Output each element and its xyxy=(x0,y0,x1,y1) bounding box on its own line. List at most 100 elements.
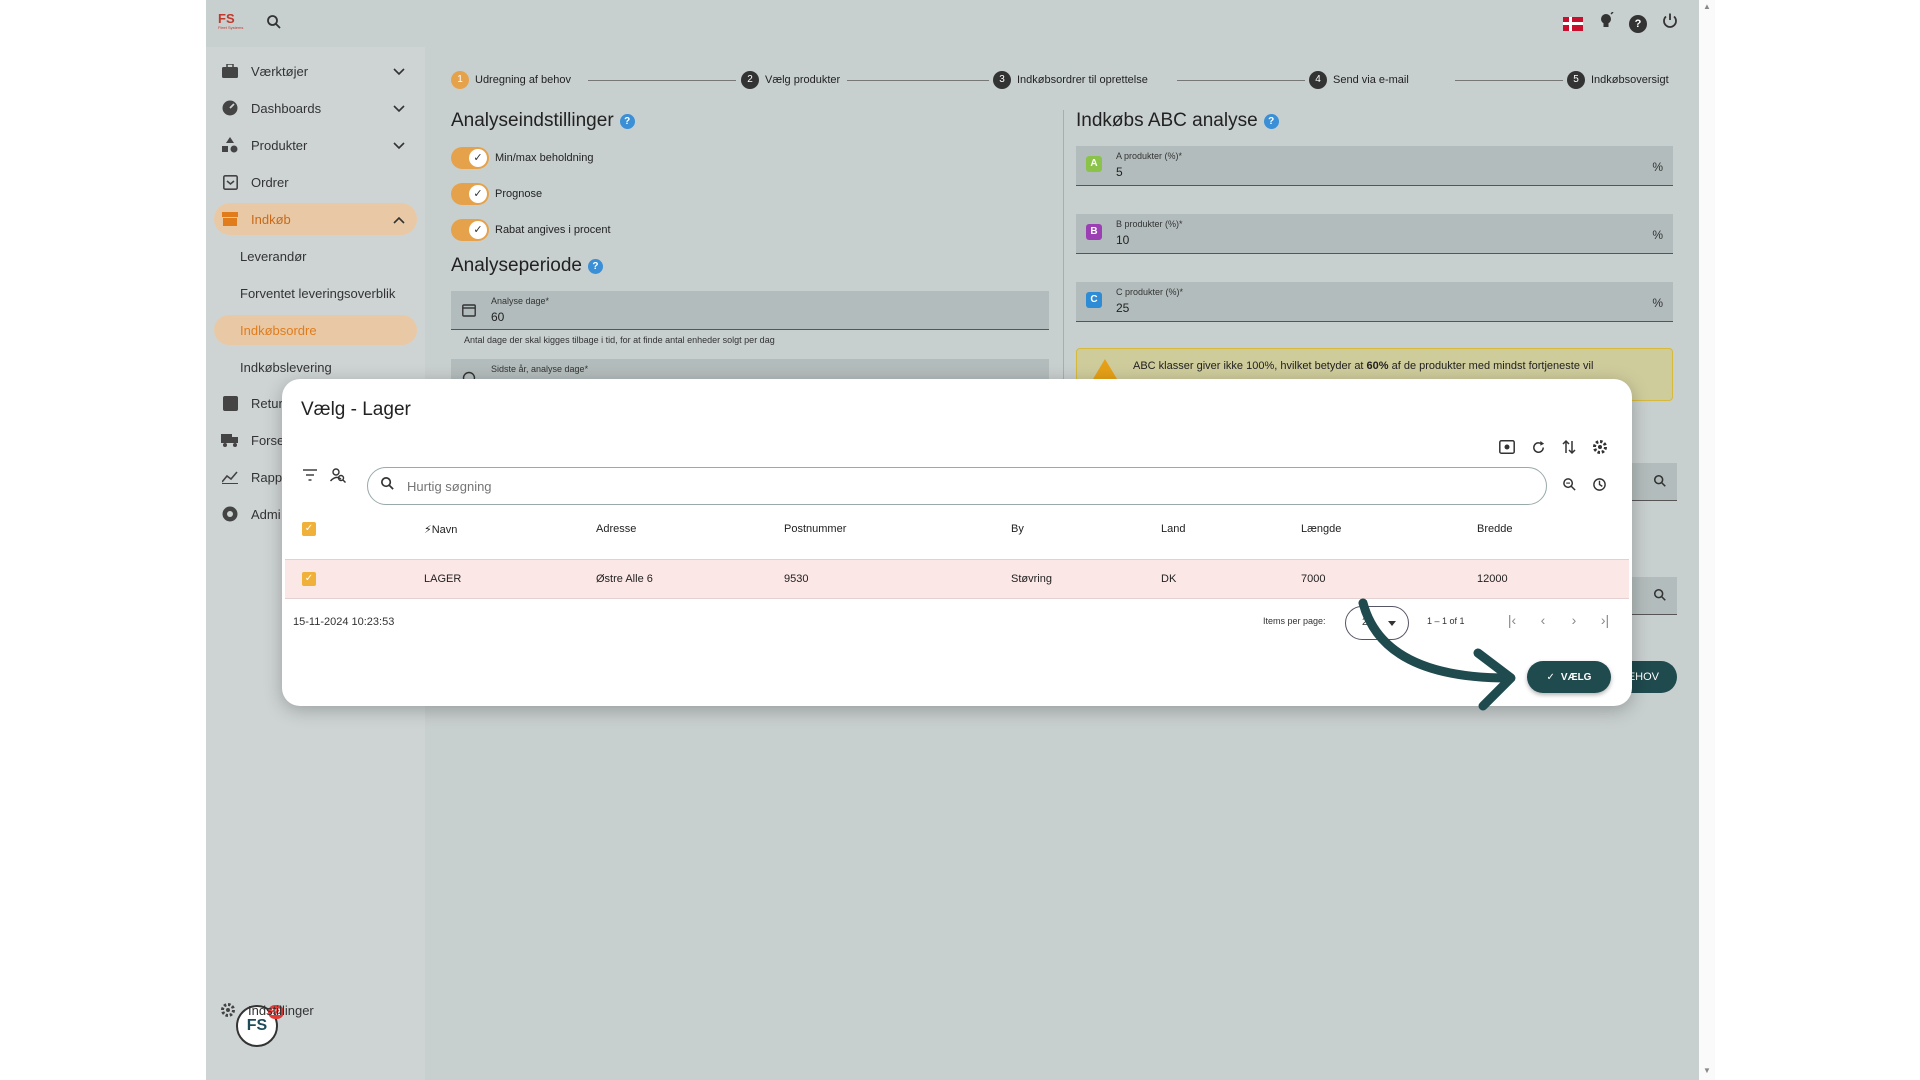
settings-gear-icon[interactable] xyxy=(1592,439,1608,455)
tutorial-arrow-icon xyxy=(1358,598,1516,711)
truck-icon xyxy=(220,430,240,450)
next-page-icon[interactable]: › xyxy=(1566,612,1582,628)
lightbulb-icon[interactable] xyxy=(1597,11,1615,35)
gear-icon xyxy=(220,1002,236,1018)
help-icon[interactable]: ? xyxy=(1629,14,1647,33)
briefcase-icon xyxy=(220,61,240,81)
step-5[interactable]: 5 Indkøbsoversigt xyxy=(1567,71,1669,89)
choose-button[interactable]: ✓ VÆLG xyxy=(1527,661,1611,693)
toggle-switch[interactable] xyxy=(451,183,489,205)
history-icon[interactable] xyxy=(1591,476,1607,492)
sidebar-item-indstillinger[interactable]: Indstillinger xyxy=(220,1002,314,1018)
c-badge: C xyxy=(1086,292,1102,308)
column-header-adresse[interactable]: Adresse xyxy=(596,523,636,535)
column-header-postnummer[interactable]: Postnummer xyxy=(784,523,846,535)
refresh-icon[interactable] xyxy=(1530,439,1546,455)
person-search-icon[interactable] xyxy=(330,467,346,483)
c-products-field[interactable]: C C produkter (%)* 25 % xyxy=(1076,282,1673,322)
cell-navn: LAGER xyxy=(424,573,462,585)
sidebar-subitem-forventet-leveringsoverblik[interactable]: Forventet leveringsoverblik xyxy=(214,278,417,308)
search-input[interactable] xyxy=(407,478,1507,494)
search-actions xyxy=(1561,476,1607,492)
search-icon xyxy=(1653,474,1667,493)
shop-icon xyxy=(220,209,240,229)
column-header-bredde[interactable]: Bredde xyxy=(1477,523,1512,535)
search-icon[interactable] xyxy=(266,14,282,35)
toggle-rabat-procent[interactable]: Rabat angives i procent xyxy=(451,219,611,241)
table-row[interactable]: ✓ LAGER Østre Alle 6 9530 Støvring DK 70… xyxy=(285,559,1629,599)
column-header-laengde[interactable]: Længde xyxy=(1301,523,1341,535)
help-icon[interactable]: ? xyxy=(587,258,603,274)
sidebar-item-ordrer[interactable]: Ordrer xyxy=(214,166,417,198)
last-updated-timestamp: 15-11-2024 10:23:53 xyxy=(293,616,395,628)
quick-search[interactable] xyxy=(367,467,1547,505)
b-products-field[interactable]: B B produkter (%)* 10 % xyxy=(1076,214,1673,254)
search-icon xyxy=(380,476,395,496)
column-header-by[interactable]: By xyxy=(1011,523,1024,535)
help-icon[interactable]: ? xyxy=(619,113,635,129)
select-all-checkbox[interactable]: ✓ xyxy=(302,522,316,536)
filter-controls xyxy=(302,467,346,483)
admin-icon xyxy=(220,504,240,524)
abc-analysis-title: Indkøbs ABC analyse? xyxy=(1076,110,1279,132)
chevron-down-icon xyxy=(393,138,405,153)
sidebar-subitem-leverandoer[interactable]: Leverandør xyxy=(214,241,417,271)
column-header-navn[interactable]: ⚡Navn xyxy=(424,523,457,536)
sidebar-item-produkter[interactable]: Produkter xyxy=(214,129,417,161)
advanced-search-icon[interactable] xyxy=(1561,476,1577,492)
a-products-field[interactable]: A A produkter (%)* 5 % xyxy=(1076,146,1673,186)
analysis-days-hint: Antal dage der skal kigges tilbage i tid… xyxy=(464,335,775,345)
calendar-icon xyxy=(462,303,476,322)
row-checkbox[interactable]: ✓ xyxy=(302,572,316,586)
sort-icon[interactable] xyxy=(1561,439,1577,455)
step-connector xyxy=(1455,80,1563,81)
search-icon xyxy=(1653,588,1667,607)
check-icon: ✓ xyxy=(1546,671,1555,683)
step-connector xyxy=(847,80,989,81)
scroll-down-icon[interactable]: ▼ xyxy=(1703,1066,1711,1075)
chevron-down-icon xyxy=(393,101,405,116)
dialog-toolbar xyxy=(1499,439,1608,455)
danish-flag-icon[interactable] xyxy=(1563,16,1583,31)
cell-adresse: Østre Alle 6 xyxy=(596,573,653,585)
sidebar-item-dashboards[interactable]: Dashboards xyxy=(214,92,417,124)
cell-laengde: 7000 xyxy=(1301,573,1326,585)
b-badge: B xyxy=(1086,224,1102,240)
logo[interactable]: FS Fleet Systems xyxy=(218,12,246,34)
top-right-actions: ? xyxy=(1563,11,1679,35)
analysis-days-field[interactable]: Analyse dage* 60 xyxy=(451,291,1049,330)
step-1[interactable]: 1 Udregning af behov xyxy=(451,71,571,89)
return-icon xyxy=(220,393,240,413)
bolt-icon: ⚡ xyxy=(424,524,432,536)
cell-postnummer: 9530 xyxy=(784,573,809,585)
view-columns-icon[interactable] xyxy=(1499,439,1515,455)
dialog-title: Vælg - Lager xyxy=(301,399,411,420)
toggle-switch[interactable] xyxy=(451,147,489,169)
toggle-switch[interactable] xyxy=(451,219,489,241)
analysis-period-title: Analyseperiode? xyxy=(451,255,603,277)
scroll-up-icon[interactable]: ▲ xyxy=(1703,2,1711,11)
step-3[interactable]: 3 Indkøbsordrer til oprettelse xyxy=(993,71,1148,89)
toggle-min-max[interactable]: Min/max beholdning xyxy=(451,147,593,169)
page-scrollbar[interactable]: ▲ ▼ xyxy=(1699,0,1715,1080)
toggle-prognose[interactable]: Prognose xyxy=(451,183,542,205)
sidebar-item-indkoeb[interactable]: Indkøb xyxy=(214,203,417,235)
inbox-icon xyxy=(220,172,240,192)
column-header-land[interactable]: Land xyxy=(1161,523,1185,535)
previous-page-icon[interactable]: ‹ xyxy=(1535,612,1551,628)
step-4[interactable]: 4 Send via e-mail xyxy=(1309,71,1409,89)
sidebar-subitem-indkoebslevering[interactable]: Indkøbslevering xyxy=(214,352,417,382)
dashboard-icon xyxy=(220,98,240,118)
cell-by: Støvring xyxy=(1011,573,1052,585)
sidebar-subitem-indkoebsordre[interactable]: Indkøbsordre xyxy=(214,315,417,345)
chevron-down-icon xyxy=(393,64,405,79)
help-icon[interactable]: ? xyxy=(1263,113,1279,129)
shapes-icon xyxy=(220,135,240,155)
items-per-page-label: Items per page: xyxy=(1263,616,1326,626)
step-2[interactable]: 2 Vælg produkter xyxy=(741,71,840,89)
sidebar-item-vaerktoejer[interactable]: Værktøjer xyxy=(214,55,417,87)
analysis-settings-title: Analyseindstillinger? xyxy=(451,110,635,132)
filter-icon[interactable] xyxy=(302,467,318,483)
power-icon[interactable] xyxy=(1661,12,1679,35)
last-page-icon[interactable]: ›| xyxy=(1597,612,1613,628)
